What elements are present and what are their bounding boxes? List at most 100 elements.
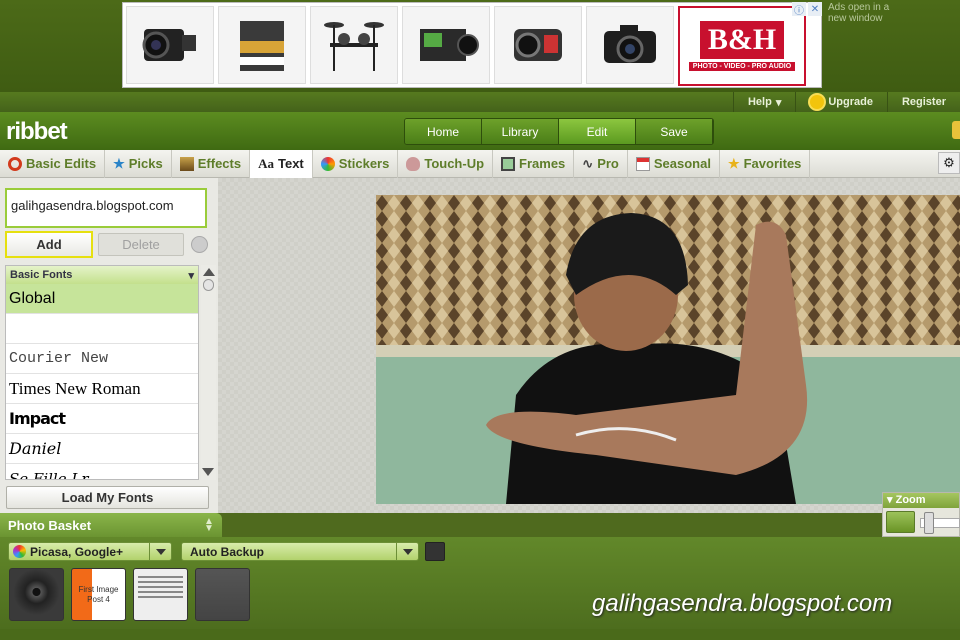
tab-label: Effects xyxy=(197,156,242,171)
auto-backup-select[interactable]: Auto Backup xyxy=(181,542,419,561)
load-my-fonts-button[interactable]: Load My Fonts xyxy=(6,486,209,509)
font-item-global[interactable]: Global xyxy=(6,284,198,314)
tab-pro[interactable]: ∿ Pro xyxy=(574,149,628,178)
ad-banner[interactable]: B&H PHOTO - VIDEO - PRO AUDIO xyxy=(122,2,822,88)
tab-label: Stickers xyxy=(338,156,390,171)
cinema-camera-product-icon[interactable] xyxy=(402,6,490,84)
zoom-header[interactable]: ▾ Zoom xyxy=(883,493,959,508)
scroll-thumb[interactable] xyxy=(203,279,214,291)
tab-label: Favorites xyxy=(743,156,802,171)
gear-icon[interactable]: ⚙ xyxy=(938,152,960,174)
ads-note: Ads open in a new window xyxy=(828,2,890,24)
nav-edit[interactable]: Edit xyxy=(559,119,636,144)
photo-source-label: Picasa, Google+ xyxy=(30,544,124,559)
add-button[interactable]: Add xyxy=(5,231,93,258)
picasa-icon xyxy=(13,545,26,558)
font-item-partial[interactable]: Se Fille Lr xyxy=(6,464,198,480)
camcorder-product-icon[interactable] xyxy=(126,6,214,84)
camera-icon[interactable] xyxy=(425,542,445,561)
bottom-strip xyxy=(0,629,960,640)
sun-icon xyxy=(810,95,825,109)
font-list-scrollbar[interactable] xyxy=(201,265,216,480)
tab-stickers[interactable]: Stickers xyxy=(313,149,399,178)
bh-brand-logo[interactable]: B&H PHOTO - VIDEO - PRO AUDIO xyxy=(678,6,806,86)
tab-text[interactable]: Aa Text xyxy=(250,149,313,178)
nav-library[interactable]: Library xyxy=(482,119,559,144)
font-category-select[interactable]: Basic Fonts ▾ xyxy=(6,266,198,284)
scroll-up-icon[interactable] xyxy=(202,268,215,276)
stickers-icon xyxy=(320,156,335,171)
register-link[interactable]: Register xyxy=(886,92,960,112)
adchoices-icon[interactable]: ⓘ xyxy=(792,2,806,17)
upgrade-link[interactable]: Upgrade xyxy=(795,92,887,112)
dash-camera-product-icon[interactable] xyxy=(494,6,582,84)
tab-label: Seasonal xyxy=(653,156,711,171)
tab-label: Pro xyxy=(597,156,619,171)
photo-basket-title: Photo Basket xyxy=(8,518,92,533)
help-label: Help xyxy=(747,96,772,108)
edited-photo[interactable] xyxy=(376,195,960,504)
scroll-down-icon[interactable] xyxy=(202,468,214,476)
app-logo[interactable]: ribbet xyxy=(6,118,68,146)
star-icon: ★ xyxy=(113,155,125,171)
tool-tabs: Basic Edits ★ Picks Effects Aa Text Sticke… xyxy=(0,149,960,178)
zoom-slider-thumb[interactable] xyxy=(924,512,934,534)
auto-backup-label: Auto Backup xyxy=(190,544,265,559)
tab-frames[interactable]: Frames xyxy=(493,149,575,178)
tab-label: Touch-Up xyxy=(424,156,485,171)
header-side-tab[interactable] xyxy=(952,121,960,139)
font-item-daniel[interactable]: Daniel xyxy=(6,434,198,464)
nav-save[interactable]: Save xyxy=(636,119,713,144)
nav-home[interactable]: Home xyxy=(405,119,482,144)
resize-grip-icon[interactable]: ▲ ▼ xyxy=(204,517,214,534)
basket-thumbnails: First Image Post 4 xyxy=(9,568,250,621)
font-list: Basic Fonts ▾ Global Courier New Times Ne… xyxy=(5,265,199,480)
chevron-down-icon: ▾ xyxy=(188,269,194,282)
basket-thumbnail[interactable]: First Image Post 4 xyxy=(71,568,126,621)
dslr-camera-product-icon[interactable] xyxy=(586,6,674,84)
text-icon: Aa xyxy=(258,155,274,171)
watermark-text: galihgasendra.blogspot.com xyxy=(592,590,893,617)
tab-label: Basic Edits xyxy=(26,156,97,171)
bh-logo-text: B&H xyxy=(699,21,785,59)
tab-label: Frames xyxy=(519,156,566,171)
touch-up-icon xyxy=(406,156,421,171)
effects-icon xyxy=(179,156,194,171)
text-input[interactable]: galihgasendra.blogspot.com xyxy=(5,188,207,228)
basket-thumbnail[interactable] xyxy=(9,568,64,621)
basket-thumbnail[interactable] xyxy=(133,568,188,621)
font-category-label: Basic Fonts xyxy=(10,269,73,281)
zoom-label: Zoom xyxy=(895,494,926,506)
tab-favorites[interactable]: ★ Favorites xyxy=(720,149,811,178)
help-menu[interactable]: Help ▾ xyxy=(732,92,795,112)
chevron-down-icon xyxy=(149,543,171,560)
star-icon: ★ xyxy=(727,155,740,171)
chevron-down-icon xyxy=(396,543,418,560)
font-item-impact[interactable]: Impact xyxy=(6,404,198,434)
user-icon[interactable] xyxy=(191,236,208,253)
producer-bundle-product-icon[interactable] xyxy=(218,6,306,84)
tab-basic-edits[interactable]: Basic Edits xyxy=(0,149,106,178)
ad-controls: ⓘ ✕ xyxy=(792,2,822,17)
tab-touch-up[interactable]: Touch-Up xyxy=(398,149,494,178)
basic-edits-icon xyxy=(8,156,22,171)
tab-label: Picks xyxy=(128,156,163,171)
delete-button[interactable]: Delete xyxy=(98,233,184,256)
tab-seasonal[interactable]: Seasonal xyxy=(628,149,720,178)
pro-curve-icon: ∿ xyxy=(582,155,594,171)
frames-icon xyxy=(501,156,516,171)
account-bar: Help ▾ Upgrade Register xyxy=(0,92,960,112)
zoom-fit-icon[interactable] xyxy=(886,511,915,533)
main-nav: Home Library Edit Save xyxy=(404,118,714,145)
photo-source-select[interactable]: Picasa, Google+ xyxy=(8,542,172,561)
drum-kit-product-icon[interactable] xyxy=(310,6,398,84)
close-ad-icon[interactable]: ✕ xyxy=(808,2,822,16)
tab-picks[interactable]: ★ Picks xyxy=(105,149,172,178)
tab-label: Text xyxy=(277,156,304,171)
font-item-times-new-roman[interactable]: Times New Roman xyxy=(6,374,198,404)
basket-thumbnail[interactable] xyxy=(195,568,250,621)
font-item-blank[interactable] xyxy=(6,314,198,344)
font-item-courier-new[interactable]: Courier New xyxy=(6,344,198,374)
upgrade-label: Upgrade xyxy=(828,96,873,108)
tab-effects[interactable]: Effects xyxy=(172,149,251,178)
